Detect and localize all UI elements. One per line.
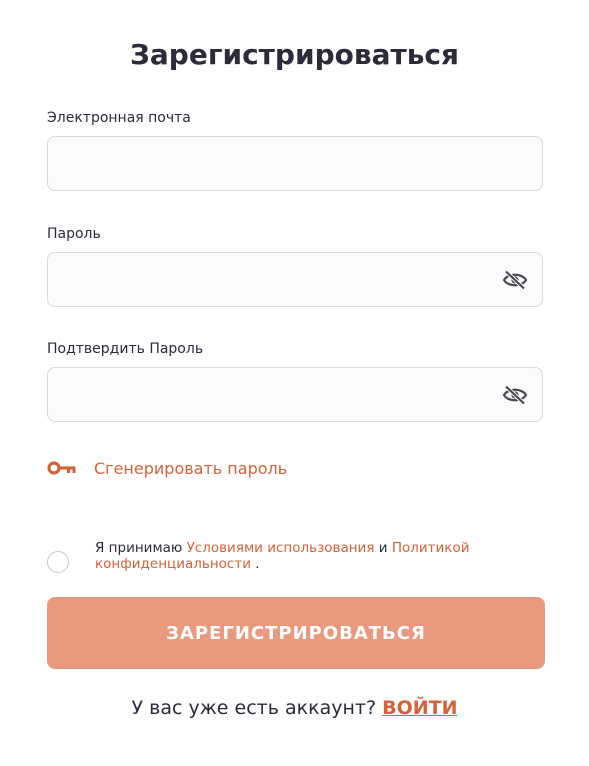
terms-of-use-link[interactable]: Условиями использования: [187, 540, 375, 556]
terms-text: Я принимаю Условиями использования и Пол…: [95, 540, 545, 572]
terms-conjunction: и: [378, 540, 388, 556]
confirm-password-field-container: [47, 367, 543, 422]
email-label: Электронная почта: [47, 110, 191, 126]
signup-page: Зарегистрироваться Электронная почта Пар…: [0, 0, 589, 766]
generate-password-button[interactable]: Сгенерировать пароль: [47, 456, 287, 480]
terms-suffix: .: [255, 556, 260, 572]
terms-checkbox[interactable]: [47, 551, 69, 573]
generate-password-label: Сгенерировать пароль: [94, 458, 288, 478]
confirm-password-label: Подтвердить Пароль: [47, 341, 204, 357]
password-field-container: [47, 252, 543, 307]
password-label: Пароль: [47, 226, 101, 242]
eye-slash-icon[interactable]: [502, 385, 528, 405]
key-icon: [47, 461, 76, 475]
login-link[interactable]: ВОЙТИ: [382, 697, 457, 719]
confirm-password-field[interactable]: [48, 368, 542, 421]
password-field[interactable]: [48, 253, 542, 306]
register-button[interactable]: ЗАРЕГИСТРИРОВАТЬСЯ: [47, 597, 545, 669]
login-question: У вас уже есть аккаунт?: [131, 697, 377, 719]
eye-slash-icon[interactable]: [502, 270, 528, 290]
terms-prefix: Я принимаю: [95, 540, 183, 556]
email-field-container: [47, 136, 543, 191]
page-title: Зарегистрироваться: [130, 38, 459, 71]
email-field[interactable]: [48, 137, 542, 190]
login-prompt: У вас уже есть аккаунт? ВОЙТИ: [0, 697, 589, 719]
